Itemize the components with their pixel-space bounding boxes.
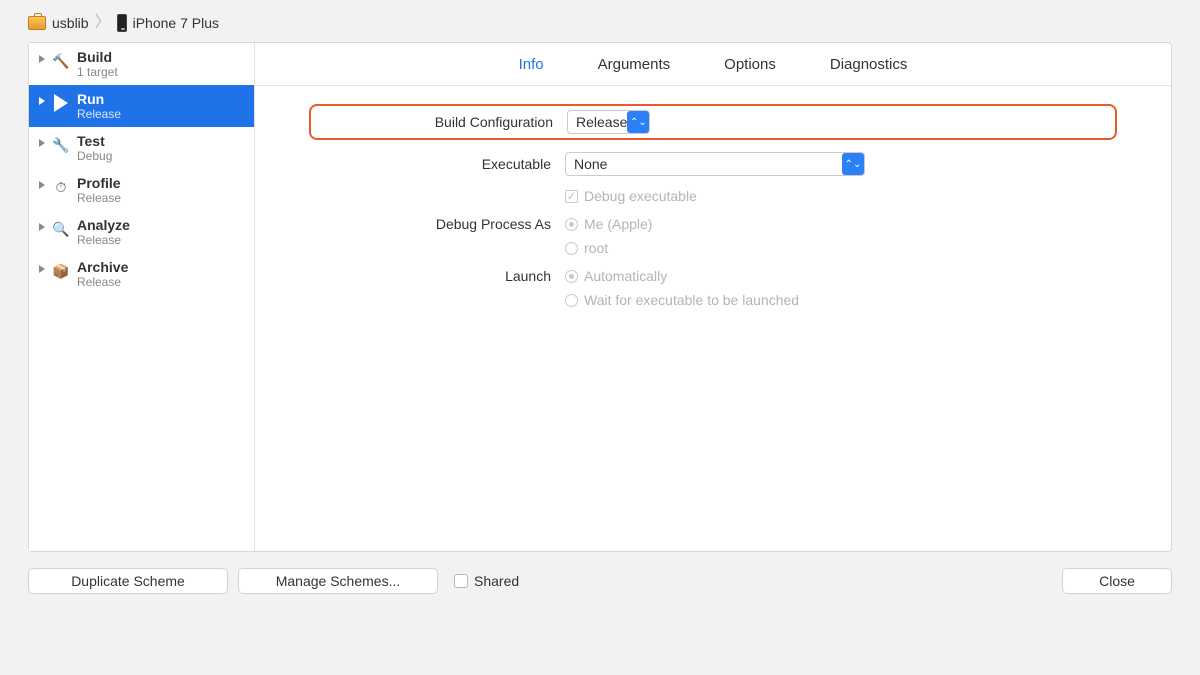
executable-label: Executable <box>315 156 565 172</box>
disclosure-triangle-icon[interactable] <box>39 139 45 147</box>
sidebar-item-subtitle: Release <box>77 275 128 289</box>
disclosure-triangle-icon[interactable] <box>39 223 45 231</box>
build-config-highlight: Build Configuration Release ⌃⌄ <box>309 104 1117 140</box>
radio-icon <box>565 270 578 283</box>
sidebar-item-title: Build <box>77 49 118 65</box>
debug-process-label: Debug Process As <box>315 216 565 232</box>
launch-auto-radio[interactable]: Automatically <box>565 268 865 284</box>
radio-icon <box>565 294 578 307</box>
tab-info[interactable]: Info <box>519 56 544 73</box>
disclosure-triangle-icon[interactable] <box>39 265 45 273</box>
scheme-editor-panel: 🔨 Build 1 target Run Release 🔧 Test Debu… <box>28 42 1172 552</box>
briefcase-icon <box>28 16 46 30</box>
launch-wait-radio[interactable]: Wait for executable to be launched <box>565 292 865 308</box>
build-config-label: Build Configuration <box>317 114 567 130</box>
executable-value: None <box>574 156 607 172</box>
scheme-action-sidebar: 🔨 Build 1 target Run Release 🔧 Test Debu… <box>29 43 255 551</box>
tab-options[interactable]: Options <box>724 56 776 73</box>
magnifier-icon: 🔍 <box>52 222 69 236</box>
sidebar-item-subtitle: Release <box>77 107 121 121</box>
phone-icon <box>117 14 127 32</box>
sidebar-item-title: Profile <box>77 175 121 191</box>
sidebar-item-subtitle: 1 target <box>77 65 118 79</box>
executable-select[interactable]: None ⌃⌄ <box>565 152 865 176</box>
sidebar-item-title: Test <box>77 133 112 149</box>
detail-tabs: Info Arguments Options Diagnostics <box>255 43 1171 86</box>
sidebar-item-title: Archive <box>77 259 128 275</box>
disclosure-triangle-icon[interactable] <box>39 97 45 105</box>
scheme-detail: Info Arguments Options Diagnostics Build… <box>255 43 1171 551</box>
wrench-icon: 🔧 <box>52 138 69 152</box>
radio-icon <box>565 242 578 255</box>
select-caret-icon: ⌃⌄ <box>627 111 649 133</box>
breadcrumb: usblib 〉 iPhone 7 Plus <box>0 0 1200 42</box>
select-caret-icon: ⌃⌄ <box>842 153 864 175</box>
build-config-value: Release <box>576 114 627 130</box>
launch-auto-label: Automatically <box>584 268 667 284</box>
sidebar-item-test[interactable]: 🔧 Test Debug <box>29 127 254 169</box>
tab-diagnostics[interactable]: Diagnostics <box>830 56 908 73</box>
debug-executable-label: Debug executable <box>584 188 697 204</box>
sidebar-item-subtitle: Release <box>77 191 121 205</box>
breadcrumb-separator: 〉 <box>95 15 111 31</box>
launch-wait-label: Wait for executable to be launched <box>584 292 799 308</box>
duplicate-scheme-button[interactable]: Duplicate Scheme <box>28 568 228 594</box>
play-icon <box>54 94 68 112</box>
scheme-name: usblib <box>52 15 89 31</box>
shared-checkbox[interactable]: Shared <box>454 573 519 589</box>
checkbox-icon: ✓ <box>565 190 578 203</box>
sidebar-item-subtitle: Release <box>77 233 130 247</box>
sidebar-item-archive[interactable]: 📦 Archive Release <box>29 253 254 295</box>
hammer-icon: 🔨 <box>52 54 69 68</box>
dialog-footer: Duplicate Scheme Manage Schemes... Share… <box>0 552 1200 610</box>
checkbox-icon <box>454 574 468 588</box>
sidebar-item-build[interactable]: 🔨 Build 1 target <box>29 43 254 85</box>
disclosure-triangle-icon[interactable] <box>39 55 45 63</box>
archive-icon: 📦 <box>52 264 69 278</box>
close-button[interactable]: Close <box>1062 568 1172 594</box>
sidebar-item-title: Run <box>77 91 121 107</box>
device-crumb[interactable]: iPhone 7 Plus <box>117 14 219 32</box>
scheme-crumb[interactable]: usblib <box>28 15 89 31</box>
sidebar-item-analyze[interactable]: 🔍 Analyze Release <box>29 211 254 253</box>
launch-label: Launch <box>315 268 565 284</box>
manage-schemes-button[interactable]: Manage Schemes... <box>238 568 438 594</box>
gauge-icon: ⏱ <box>56 180 67 194</box>
debug-process-root-radio[interactable]: root <box>565 240 865 256</box>
debug-process-me-label: Me (Apple) <box>584 216 652 232</box>
tab-arguments[interactable]: Arguments <box>598 56 671 73</box>
sidebar-item-title: Analyze <box>77 217 130 233</box>
shared-label: Shared <box>474 573 519 589</box>
debug-process-me-radio[interactable]: Me (Apple) <box>565 216 865 232</box>
device-name: iPhone 7 Plus <box>133 15 219 31</box>
disclosure-triangle-icon[interactable] <box>39 181 45 189</box>
sidebar-item-profile[interactable]: ⏱ Profile Release <box>29 169 254 211</box>
debug-executable-checkbox[interactable]: ✓ Debug executable <box>565 188 865 204</box>
debug-process-root-label: root <box>584 240 608 256</box>
radio-icon <box>565 218 578 231</box>
build-config-select[interactable]: Release ⌃⌄ <box>567 110 650 134</box>
sidebar-item-subtitle: Debug <box>77 149 112 163</box>
info-form: Build Configuration Release ⌃⌄ Executabl… <box>255 86 1171 342</box>
sidebar-item-run[interactable]: Run Release <box>29 85 254 127</box>
